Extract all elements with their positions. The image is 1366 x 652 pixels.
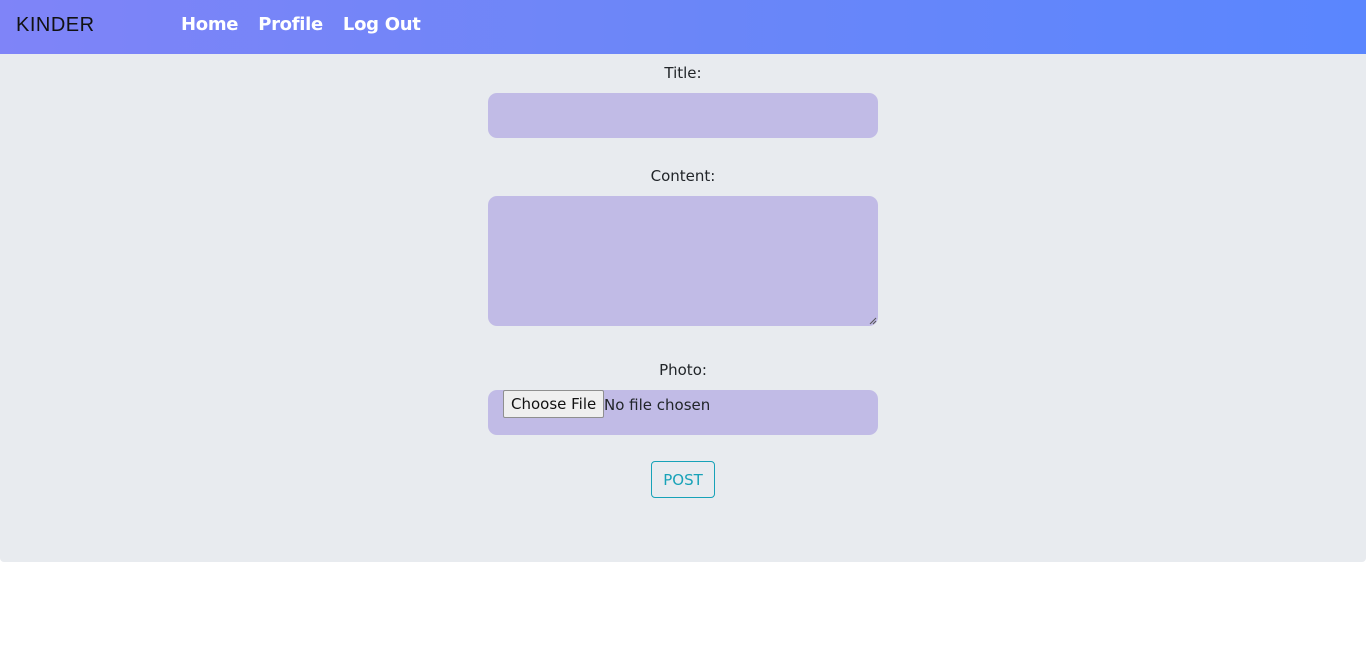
brand-logo[interactable]: KINDER <box>16 14 95 37</box>
content-textarea[interactable] <box>488 196 878 326</box>
post-form-panel: Title: Content: Photo: Choose File No fi… <box>0 54 1366 562</box>
choose-file-button[interactable]: Choose File <box>503 390 605 418</box>
file-status-text: No file chosen <box>604 396 711 414</box>
post-button[interactable]: POST <box>651 461 715 498</box>
resize-grip-icon[interactable] <box>869 317 877 325</box>
nav-link-profile[interactable]: Profile <box>258 14 323 35</box>
nav-links: Home Profile Log Out <box>181 14 421 35</box>
title-input[interactable] <box>488 93 878 138</box>
content-label: Content: <box>650 167 716 185</box>
title-label: Title: <box>664 64 702 82</box>
nav-link-logout[interactable]: Log Out <box>343 14 421 35</box>
nav-link-home[interactable]: Home <box>181 14 239 35</box>
photo-label: Photo: <box>659 361 707 379</box>
photo-file-input: Choose File No file chosen <box>488 390 878 435</box>
top-navbar: KINDER Home Profile Log Out <box>0 0 1366 54</box>
